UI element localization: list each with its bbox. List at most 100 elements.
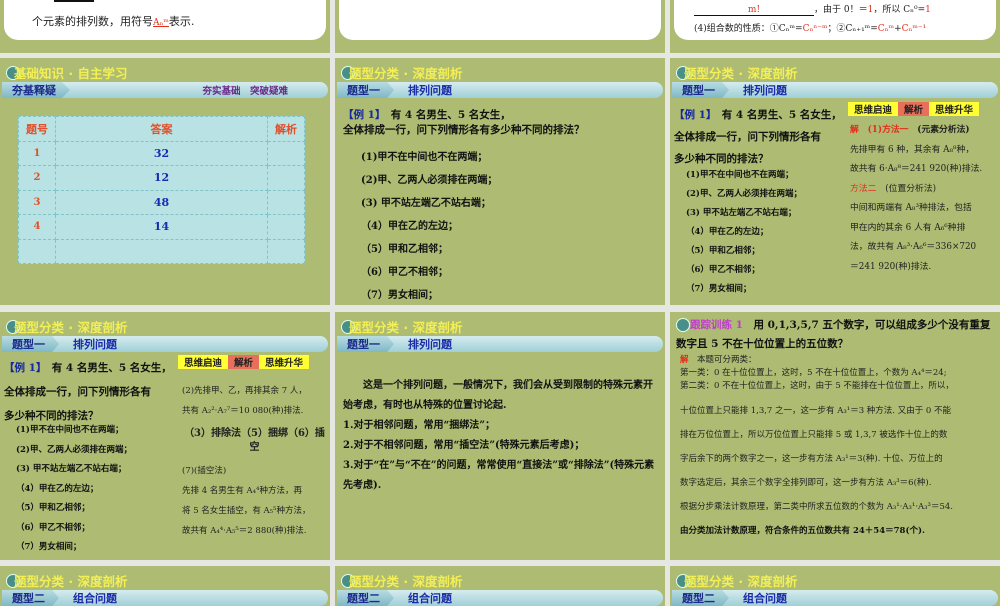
formula: Cₙᵐ⁻¹ [901, 24, 927, 34]
table-row: 1 32 [18, 140, 305, 166]
bar-subtitle: 夯实基础 突破疑难 [202, 86, 288, 97]
content-panel: m! ，由于 0！＝1，所以 Cₙ⁰=1 (4)组合数的性质：①Cₙᵐ=Cₙⁿ⁻ᵐ… [674, 0, 996, 40]
bar-tag: 题型一 [672, 82, 729, 98]
cell: 32 [55, 140, 268, 166]
bar-label: 排列问题 [743, 84, 787, 97]
practice-solution: 解 本题可分两类： 第一类：0 在十位位置上，这时，5 不在十位位置上，个数为 … [680, 355, 954, 536]
content-panel: 个元素的排列数，用符号Aₙᵐ表示. [4, 0, 326, 40]
section-bar: 题型一 排列问题 [337, 82, 663, 98]
example-question: 【例 1】 有 4 名男生、5 名女生，全体排成一行，问下列情形各有多少种不同的… [343, 109, 585, 137]
section-bar: 题型二 组合问题 [337, 590, 663, 606]
section-title: 题型分类 · 深度剖析 [341, 63, 462, 82]
tab-analysis[interactable]: 解析 [228, 355, 260, 369]
slide-top-2[interactable] [335, 0, 665, 53]
section-bar: 题型二 组合问题 [672, 590, 998, 606]
cell [267, 189, 305, 215]
example-items: (1)甲不在中间也不在两端； (2)甲、乙两人必须排在两端； (3) 甲不站左端乙不… [361, 152, 498, 301]
bar-tag: 题型二 [2, 590, 59, 606]
bar-tag: 题型一 [2, 336, 59, 352]
text: 表示. [168, 15, 195, 28]
slide-top-3[interactable]: m! ，由于 0！＝1，所以 Cₙ⁰=1 (4)组合数的性质：①Cₙᵐ=Cₙⁿ⁻ᵐ… [670, 0, 1000, 53]
bar-tag: 题型二 [672, 590, 729, 606]
section-bar: 夯基释疑 夯实基础 突破疑难 [2, 82, 328, 98]
tab-summary[interactable]: 思维升华 [929, 102, 980, 116]
slide-example-question[interactable]: 题型分类 · 深度剖析 题型一 排列问题 【例 1】 有 4 名男生、5 名女生，… [335, 58, 665, 305]
example-question: 【例 1】 有 4 名男生、5 名女生，全体排成一行，问下列情形各有多少种不同的… [4, 362, 172, 422]
tab-hint[interactable]: 思维启迪 [178, 355, 229, 369]
section-title: 题型分类 · 深度剖析 [676, 571, 797, 590]
bar-label: 排列问题 [408, 84, 452, 97]
tab-hint[interactable]: 思维启迪 [848, 102, 899, 116]
text: ，由于 0！＝ [814, 5, 868, 15]
cell: 14 [55, 214, 268, 240]
section-bar: 题型二 组合问题 [2, 590, 328, 606]
cell [267, 140, 305, 166]
symbol: Aₙᵐ [153, 18, 169, 28]
bar-tag: 夯基释疑 [2, 82, 70, 98]
bar-tag: 题型一 [337, 336, 394, 352]
slide-bottom-2[interactable]: 题型分类 · 深度剖析 题型二 组合问题 [335, 566, 665, 606]
solution-text: (2)先排甲、乙，再排其余 7 人， 共有 A₂²·A₇⁷＝10 080(种)排法… [182, 386, 325, 536]
section-title: 题型分类 · 深度剖析 [341, 571, 462, 590]
formula: m! [694, 5, 814, 16]
bar-label: 组合问题 [408, 592, 452, 605]
solution-tabs: 思维启迪 解析 思维升华 [848, 102, 980, 116]
section-title: 题型分类 · 深度剖析 [6, 571, 127, 590]
formula: Cₙᵐ [877, 24, 895, 34]
table-row: 2 12 [18, 165, 305, 191]
section-bar: 题型一 排列问题 [672, 82, 998, 98]
cell [18, 238, 56, 264]
text: (4)组合数的性质：①Cₙᵐ= [694, 24, 803, 34]
section-title: 题型分类 · 深度剖析 [676, 63, 797, 82]
example-items: (1)甲不在中间也不在两端； (2)甲、乙两人必须排在两端； (3) 甲不站左端乙不… [16, 425, 132, 552]
thinking-text: 这是一个排列问题，一般情况下，我们会从受到限制的特殊元素开始考虑，有时也从特殊的… [343, 380, 655, 491]
table-row [18, 238, 305, 264]
text: ；②Cₙ₊₁ᵐ= [827, 24, 878, 34]
slide-bottom-3[interactable]: 题型分类 · 深度剖析 题型二 组合问题 [670, 566, 1000, 606]
cell: 1 [18, 140, 56, 166]
tab-analysis[interactable]: 解析 [898, 102, 930, 116]
bar-label: 排列问题 [73, 338, 117, 351]
cell: 3 [18, 189, 56, 215]
slide-bottom-1[interactable]: 题型分类 · 深度剖析 题型二 组合问题 [0, 566, 330, 606]
cell: 2 [18, 165, 56, 191]
practice-question: 跟踪训练 1 用 0,1,3,5,7 五个数字，可以组成多少个没有重复数字且 5… [676, 318, 991, 350]
content-panel [339, 0, 661, 40]
section-bar: 题型一 排列问题 [337, 336, 663, 352]
underline-blank [54, 0, 94, 2]
cell [267, 165, 305, 191]
section-title: 题型分类 · 深度剖析 [6, 317, 127, 336]
header-cell: 答案 [55, 116, 268, 142]
solution-text: 解 (1)方法一 (元素分析法) 先排甲有 6 种，其余有 A₈⁸种， 故共有 6… [850, 125, 983, 272]
text: ，所以 Cₙ⁰= [873, 5, 926, 15]
slide-thinking[interactable]: 题型分类 · 深度剖析 题型一 排列问题 这是一个排列问题，一般情况下，我们会从受… [335, 312, 665, 560]
header-cell: 解析 [267, 116, 305, 142]
slide-example-solution-1[interactable]: 题型分类 · 深度剖析 题型一 排列问题 思维启迪 解析 思维升华 【例 1】 有 4… [670, 58, 1000, 305]
text: + [894, 24, 902, 34]
slide-practice[interactable]: 跟踪训练 1 用 0,1,3,5,7 五个数字，可以组成多少个没有重复数字且 5… [670, 312, 1000, 560]
value: 1 [925, 5, 931, 15]
formula: Cₙⁿ⁻ᵐ [802, 24, 828, 34]
bar-label: 排列问题 [408, 338, 452, 351]
cell [55, 238, 268, 264]
example-question: 【例 1】 有 4 名男生、5 名女生，全体排成一行，问下列情形各有多少种不同的… [674, 109, 842, 165]
solution-tabs: 思维启迪 解析 思维升华 [178, 355, 310, 369]
cell: 4 [18, 214, 56, 240]
answer-table: 题号 答案 解析 1 32 2 12 3 48 4 14 [18, 116, 305, 264]
slide-example-solution-2[interactable]: 题型分类 · 深度剖析 题型一 排列问题 思维启迪 解析 思维升华 【例 1】 有 4… [0, 312, 330, 560]
bar-tag: 题型二 [337, 590, 394, 606]
logo-icon [676, 318, 690, 332]
table-row: 3 48 [18, 189, 305, 215]
tab-summary[interactable]: 思维升华 [259, 355, 310, 369]
text: 个元素的排列数，用符号 [32, 15, 153, 28]
bar-tag: 题型一 [337, 82, 394, 98]
section-bar: 题型一 排列问题 [2, 336, 328, 352]
section-title: 题型分类 · 深度剖析 [341, 317, 462, 336]
bar-label: 组合问题 [73, 592, 117, 605]
cell: 12 [55, 165, 268, 191]
cell [267, 238, 305, 264]
table-row: 4 14 [18, 214, 305, 240]
section-title: 基础知识 · 自主学习 [6, 63, 127, 82]
example-items: (1)甲不在中间也不在两端； (2)甲、乙两人必须排在两端； (3) 甲不站左端乙不… [686, 170, 802, 294]
slide-top-1[interactable]: 个元素的排列数，用符号Aₙᵐ表示. [0, 0, 330, 53]
